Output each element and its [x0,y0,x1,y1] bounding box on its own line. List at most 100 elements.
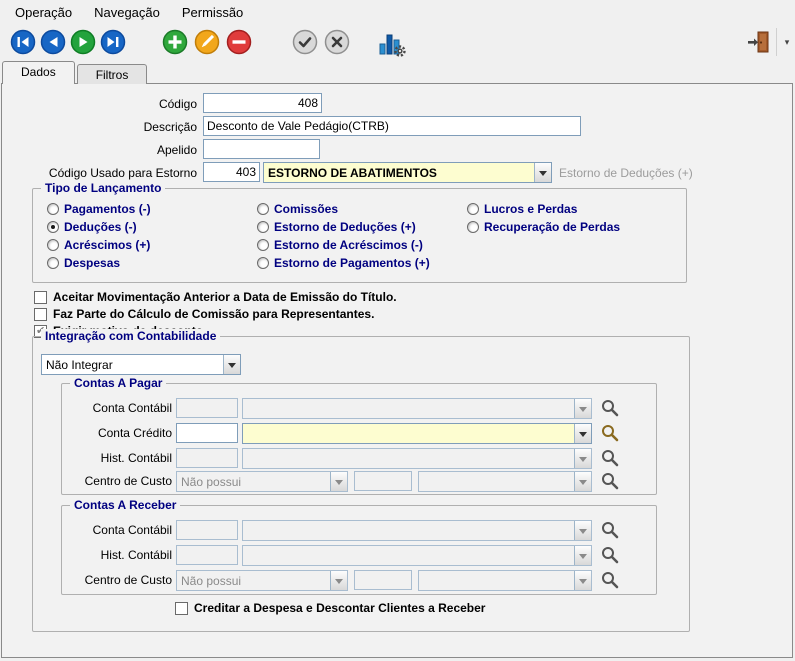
checkbox-square-icon [175,602,188,615]
cp-hist-contabil-search-button[interactable] [600,448,620,468]
cr-centro-custo-code[interactable] [354,570,412,590]
cr-hist-contabil-search-button[interactable] [600,545,620,565]
cr-centro-custo-search-button[interactable] [600,570,620,590]
radio-circle-icon [467,203,479,215]
codigo-input[interactable] [203,93,322,113]
next-record-button[interactable] [70,28,98,56]
application-window: Operação Navegação Permissão Dados Filt [0,0,795,661]
dropdown-arrow-icon[interactable] [574,399,591,418]
estorno-combobox[interactable]: ESTORNO DE ABATIMENTOS [263,162,552,183]
cr-conta-contabil-code[interactable] [176,520,238,540]
last-record-button[interactable] [100,28,128,56]
dropdown-arrow-icon[interactable] [330,472,347,491]
tipo-lancamento-groupbox: Tipo de Lançamento Pagamentos (-) Deduçõ… [32,188,687,283]
radio-estorno-acrescimos[interactable]: Estorno de Acréscimos (-) [257,238,423,252]
exit-button[interactable] [746,28,774,56]
check-icon [292,29,320,55]
checkbox-aceitar-movimentacao[interactable]: Aceitar Movimentação Anterior a Data de … [34,290,397,304]
cp-hist-contabil-code[interactable] [176,448,238,468]
edit-record-button[interactable] [194,28,222,56]
confirm-button[interactable] [292,28,320,56]
dropdown-arrow-icon[interactable] [534,163,551,182]
chart-settings-button[interactable] [376,28,406,58]
integracao-title: Integração com Contabilidade [41,329,220,343]
radio-estorno-pagamentos[interactable]: Estorno de Pagamentos (+) [257,256,430,270]
last-record-icon [100,29,128,55]
cp-centro-custo-code[interactable] [354,471,412,491]
apelido-label: Apelido [2,143,197,157]
radio-acrescimos[interactable]: Acréscimos (+) [47,238,150,252]
insert-record-button[interactable] [162,28,190,56]
radio-deducoes[interactable]: Deduções (-) [47,220,137,234]
radio-recuperacao-perdas[interactable]: Recuperação de Perdas [467,220,620,234]
dropdown-arrow-icon[interactable] [574,449,591,468]
prior-record-button[interactable] [40,28,68,56]
cr-hist-contabil-combobox[interactable] [242,545,592,566]
menu-bar: Operação Navegação Permissão [0,0,795,24]
cancel-button[interactable] [324,28,352,56]
radio-comissoes[interactable]: Comissões [257,202,338,216]
cr-centro-custo-label: Centro de Custo [62,573,172,587]
cp-hist-contabil-label: Hist. Contábil [62,451,172,465]
dropdown-arrow-icon[interactable] [574,424,591,443]
dropdown-arrow-icon[interactable] [574,546,591,565]
descricao-input[interactable] [203,116,581,136]
checkbox-faz-parte-comissao[interactable]: Faz Parte do Cálculo de Comissão para Re… [34,307,374,321]
estorno-label: Código Usado para Estorno [2,166,197,180]
contas-receber-groupbox: Contas A Receber Conta Contábil Hist. Co… [61,505,657,595]
radio-despesas[interactable]: Despesas [47,256,120,270]
tab-dados[interactable]: Dados [2,61,75,84]
radio-circle-icon [257,257,269,269]
dropdown-arrow-icon[interactable] [574,472,591,491]
radio-pagamentos[interactable]: Pagamentos (-) [47,202,151,216]
contas-receber-title: Contas A Receber [70,498,180,512]
radio-circle-icon [47,221,59,233]
cp-conta-credito-search-button[interactable] [600,423,620,443]
dropdown-arrow-icon[interactable] [574,521,591,540]
cr-conta-contabil-search-button[interactable] [600,520,620,540]
tipo-lancamento-title: Tipo de Lançamento [41,181,165,195]
cp-conta-contabil-label: Conta Contábil [62,401,172,415]
cp-centro-custo-combobox[interactable]: Não possui [176,471,348,492]
cp-hist-contabil-combobox[interactable] [242,448,592,469]
cp-centro-custo-label: Centro de Custo [62,474,172,488]
cp-conta-contabil-combobox[interactable] [242,398,592,419]
radio-circle-icon [257,221,269,233]
magnifier-icon [600,431,620,446]
menu-navegacao[interactable]: Navegação [83,1,171,24]
bar-chart-gear-icon [376,28,406,58]
first-record-icon [10,29,38,55]
tab-filtros[interactable]: Filtros [77,64,148,84]
cr-hist-contabil-code[interactable] [176,545,238,565]
integracao-combobox[interactable]: Não Integrar [41,354,241,375]
menu-operacao[interactable]: Operação [4,1,83,24]
cp-conta-contabil-code[interactable] [176,398,238,418]
first-record-button[interactable] [10,28,38,56]
cp-conta-credito-code[interactable] [176,423,238,443]
cp-conta-credito-combobox[interactable] [242,423,592,444]
cr-centro-custo-combobox-2[interactable] [418,570,592,591]
estorno-combobox-value: ESTORNO DE ABATIMENTOS [264,166,534,180]
delete-record-button[interactable] [226,28,254,56]
dropdown-arrow-icon[interactable] [574,571,591,590]
cr-centro-custo-combobox[interactable]: Não possui [176,570,348,591]
magnifier-icon [600,406,620,421]
magnifier-icon [600,553,620,568]
contas-pagar-groupbox: Contas A Pagar Conta Contábil Conta Créd… [61,383,657,495]
cp-centro-custo-combobox-2[interactable] [418,471,592,492]
estorno-code-input[interactable] [203,162,260,182]
cr-conta-contabil-combobox[interactable] [242,520,592,541]
checkbox-square-icon [34,308,47,321]
checkbox-creditar-despesa[interactable]: Creditar a Despesa e Descontar Clientes … [175,601,485,615]
exit-door-icon [746,29,774,55]
radio-lucros-perdas[interactable]: Lucros e Perdas [467,202,577,216]
cp-conta-contabil-search-button[interactable] [600,398,620,418]
toolbar-overflow-chevron-icon[interactable] [781,30,793,54]
radio-estorno-deducoes[interactable]: Estorno de Deduções (+) [257,220,416,234]
checkbox-square-icon [34,291,47,304]
dropdown-arrow-icon[interactable] [330,571,347,590]
cp-centro-custo-search-button[interactable] [600,471,620,491]
menu-permissao[interactable]: Permissão [171,1,254,24]
apelido-input[interactable] [203,139,320,159]
dropdown-arrow-icon[interactable] [223,355,240,374]
